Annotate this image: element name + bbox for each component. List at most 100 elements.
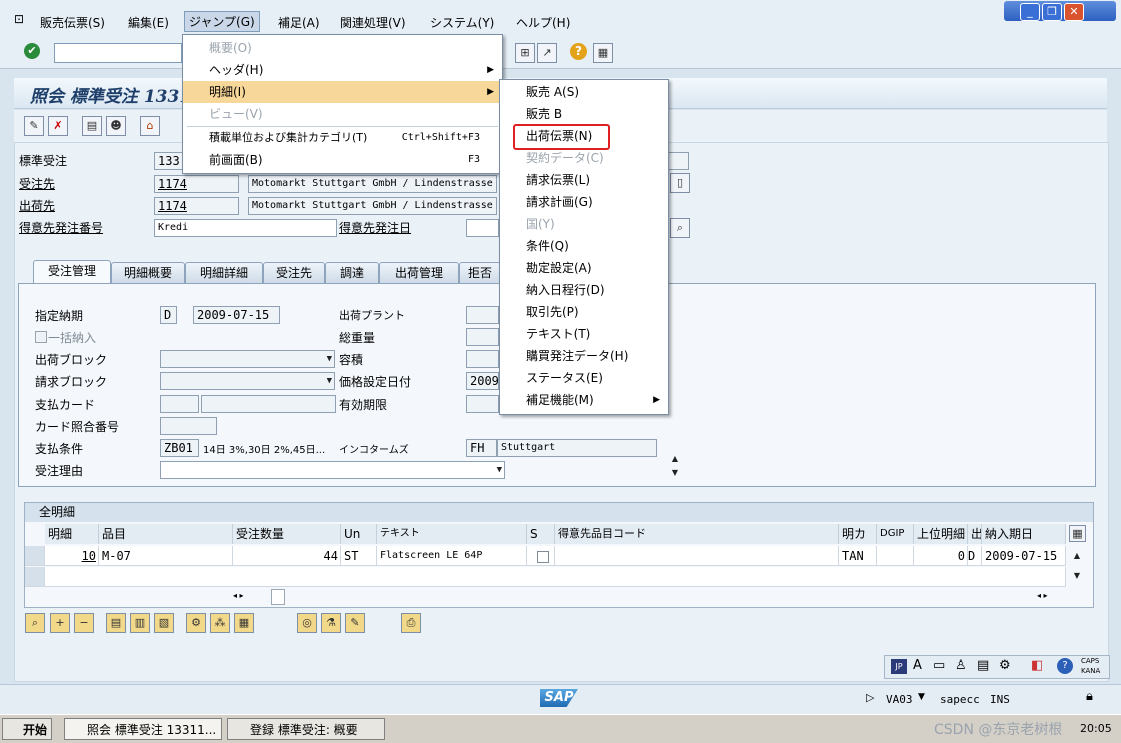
col-material[interactable]: 品目 <box>99 524 233 544</box>
command-field[interactable] <box>54 43 182 63</box>
menu-system[interactable]: システム(Y) <box>430 14 494 31</box>
panel-scroll-up[interactable]: ▲ <box>668 452 682 466</box>
row-selector[interactable] <box>25 546 45 566</box>
submenu-purchase-order-data[interactable]: 購買発注データ(H) <box>500 345 668 367</box>
select-block-icon[interactable]: ▥ <box>130 613 150 633</box>
delete-icon[interactable]: ✗ <box>48 116 68 136</box>
delivery-block-select[interactable] <box>160 350 335 368</box>
submenu-status[interactable]: ステータス(E) <box>500 367 668 389</box>
cell-material[interactable]: M-07 <box>99 546 233 566</box>
language-icon[interactable]: JP <box>891 659 907 674</box>
expand-status-icon[interactable]: ▷ <box>866 691 874 704</box>
cell-text[interactable]: Flatscreen LE 64P <box>377 546 527 566</box>
task-create-order[interactable]: 登録 標準受注: 概要 <box>227 718 385 740</box>
color-icon[interactable]: ◧ <box>1031 658 1043 673</box>
menu-header[interactable]: ヘッダ(H) ▶ <box>183 59 502 81</box>
cell-dgip[interactable] <box>877 546 914 566</box>
pricing-date-field[interactable]: 2009 <box>466 372 499 390</box>
transaction-dropdown-icon[interactable]: ▼ <box>918 692 925 702</box>
submenu-schedule-lines[interactable]: 納入日程行(D) <box>500 279 668 301</box>
structure-icon[interactable]: ⁂ <box>210 613 230 633</box>
menu-jump[interactable]: ジャンプ(G) <box>184 11 260 32</box>
col-higher-item[interactable]: 上位明細 <box>914 524 968 544</box>
sold-to-field[interactable]: 1174 <box>154 175 239 193</box>
submenu-conditions[interactable]: 条件(Q) <box>500 235 668 257</box>
col-delivery-date[interactable]: 納入期日 <box>982 524 1066 544</box>
cell-item[interactable]: 10 <box>45 546 99 566</box>
font-icon[interactable]: A <box>913 658 922 673</box>
display-change-icon[interactable]: ✎ <box>24 116 44 136</box>
document-flow-icon[interactable]: ▯ <box>670 173 690 193</box>
close-button[interactable]: ✕ <box>1064 3 1084 21</box>
tab-procurement[interactable]: 調達 <box>325 262 379 283</box>
complete-delivery-checkbox[interactable] <box>35 331 47 343</box>
help-icon[interactable]: ? <box>570 43 587 60</box>
plant-field[interactable] <box>466 306 499 324</box>
restore-button[interactable]: ❐ <box>1042 3 1062 21</box>
cell-ship[interactable]: D <box>968 546 982 566</box>
col-dgip[interactable]: DGIP <box>877 524 914 544</box>
tab-item-overview[interactable]: 明細概要 <box>111 262 185 283</box>
shortcut-icon[interactable]: ↗ <box>537 43 557 63</box>
col-unit[interactable]: Un <box>341 524 377 544</box>
schedule-icon[interactable]: ▦ <box>234 613 254 633</box>
menu-item-detail[interactable]: 明細(I) ▶ <box>183 81 502 103</box>
col-item[interactable]: 明細 <box>45 524 99 544</box>
pricing-icon[interactable]: ◎ <box>297 613 317 633</box>
cell-higher-item[interactable]: 0 <box>914 546 968 566</box>
incoterms-place-field[interactable]: Stuttgart <box>497 439 657 457</box>
col-item-category[interactable]: 明カ <box>839 524 877 544</box>
task-display-order[interactable]: 照会 標準受注 13311... <box>64 718 222 740</box>
table-settings-icon[interactable]: ▦ <box>1069 525 1086 542</box>
add-item-icon[interactable]: + <box>50 613 70 633</box>
customer-po-date-field[interactable] <box>466 219 499 237</box>
options-icon[interactable]: ⚙ <box>999 658 1011 673</box>
menu-sales-document[interactable]: 販売伝票(S) <box>40 14 105 31</box>
remove-item-icon[interactable]: − <box>74 613 94 633</box>
empty-row[interactable] <box>45 567 1066 587</box>
tab-item-detail[interactable]: 明細詳細 <box>185 262 263 283</box>
partner-icon[interactable]: ☻ <box>106 116 126 136</box>
order-number-field[interactable]: 133 <box>154 152 183 170</box>
menu-back[interactable]: 前画面(B) F3 <box>183 149 502 171</box>
submenu-texts[interactable]: テキスト(T) <box>500 323 668 345</box>
orders-icon[interactable]: ⌂ <box>140 116 160 136</box>
submenu-sales-a[interactable]: 販売 A(S) <box>500 81 668 103</box>
item-detail-icon[interactable]: ⌕ <box>25 613 45 633</box>
menu-shipping-units[interactable]: 積載単位および集計カテゴリ(T) Ctrl+Shift+F3 <box>183 127 502 149</box>
monitor-icon[interactable]: ▤ <box>977 658 989 673</box>
col-customer-material[interactable]: 得意先品目コード <box>555 524 839 544</box>
panel-scroll-down[interactable]: ▼ <box>668 466 682 480</box>
col-s[interactable]: S <box>527 524 555 544</box>
cell-delivery-date[interactable]: 2009-07-15 <box>982 546 1066 566</box>
sold-to-label[interactable]: 受注先 <box>19 175 55 192</box>
screen-icon[interactable]: ▭ <box>933 658 945 673</box>
ship-to-label[interactable]: 出荷先 <box>19 197 55 214</box>
print-icon[interactable]: ⎙ <box>401 613 421 633</box>
menu-icon[interactable]: ⊡ <box>14 12 24 26</box>
horizontal-scrollbar-thumb[interactable] <box>271 589 285 605</box>
cell-item-category[interactable]: TAN <box>839 546 877 566</box>
customer-po-date-label[interactable]: 得意先発注日 <box>339 219 411 236</box>
col-quantity[interactable]: 受注数量 <box>233 524 341 544</box>
customer-po-field[interactable]: Kredi <box>154 219 337 237</box>
structure-checkbox[interactable] <box>537 551 549 563</box>
col-text[interactable]: テキスト <box>377 524 527 544</box>
cell-quantity[interactable]: 44 <box>233 546 341 566</box>
submenu-billing-plan[interactable]: 請求計画(G) <box>500 191 668 213</box>
submenu-billing-document[interactable]: 請求伝票(L) <box>500 169 668 191</box>
table-scroll-up[interactable]: ▲ <box>1070 549 1084 563</box>
payment-terms-code-field[interactable]: ZB01 <box>160 439 199 457</box>
menu-edit[interactable]: 編集(E) <box>128 14 169 31</box>
col-ship[interactable]: 出 <box>968 524 982 544</box>
payment-card-type-field[interactable] <box>160 395 199 413</box>
customer-po-label[interactable]: 得意先発注番号 <box>19 219 103 236</box>
submenu-account-assignment[interactable]: 勘定設定(A) <box>500 257 668 279</box>
empty-row-selector[interactable] <box>25 567 45 587</box>
cell-customer-material[interactable] <box>555 546 839 566</box>
tab-ordering-party[interactable]: 受注先 <box>263 262 325 283</box>
minimize-button[interactable]: _ <box>1020 3 1040 21</box>
incoterms-code-field[interactable]: FH <box>466 439 497 457</box>
table-scroll-down[interactable]: ▼ <box>1070 569 1084 583</box>
menu-help[interactable]: ヘルプ(H) <box>516 14 570 31</box>
